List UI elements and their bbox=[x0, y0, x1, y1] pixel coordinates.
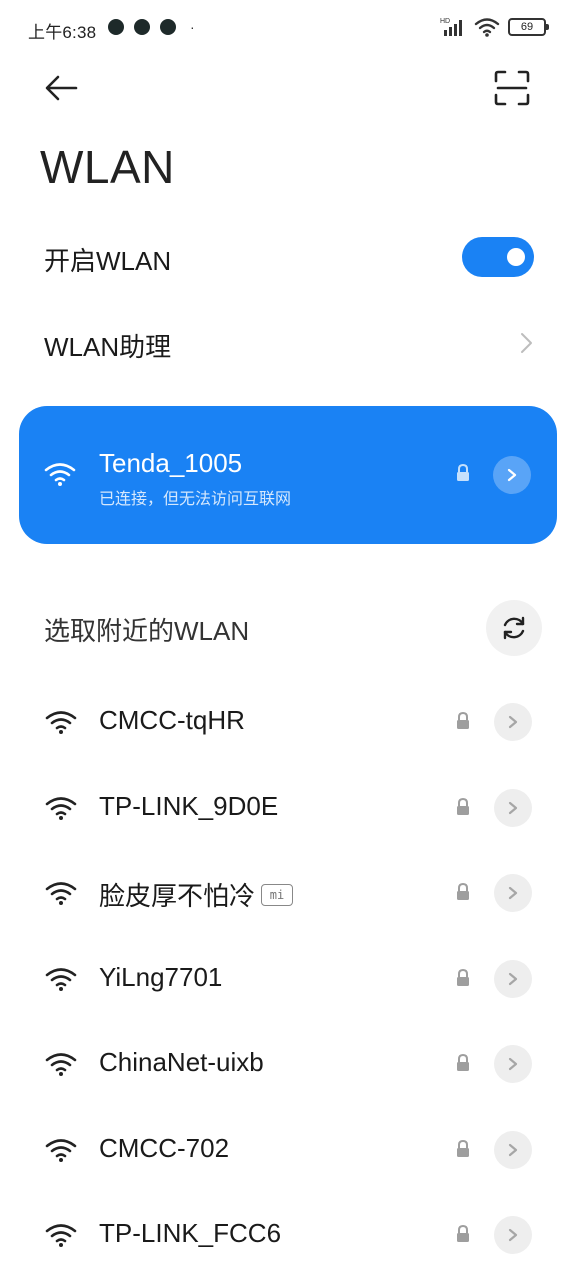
network-details-button[interactable] bbox=[494, 1130, 532, 1169]
lock-icon bbox=[457, 968, 469, 986]
network-row[interactable]: ChinaNet-uixb bbox=[0, 1020, 576, 1106]
ssid-text: ChinaNet-uixb bbox=[99, 1047, 264, 1077]
chevron-right-icon bbox=[507, 468, 517, 482]
lock-icon bbox=[457, 1224, 469, 1242]
mi-badge: mi bbox=[261, 883, 294, 906]
ssid-text: YiLng7701 bbox=[99, 961, 223, 992]
enable-wlan-label: 开启WLAN bbox=[44, 246, 172, 276]
network-ssid: ChinaNet-uixb bbox=[99, 1047, 264, 1078]
refresh-icon bbox=[503, 616, 525, 640]
network-row[interactable]: TP-LINK_9D0E bbox=[0, 764, 576, 850]
signal-icon: HD bbox=[440, 18, 462, 36]
network-ssid: TP-LINK_FCC6 bbox=[99, 1218, 281, 1249]
ssid-text: TP-LINK_FCC6 bbox=[99, 1218, 282, 1248]
chevron-right-icon bbox=[508, 1057, 518, 1071]
battery-icon: 69 bbox=[508, 18, 549, 36]
refresh-button[interactable] bbox=[486, 600, 542, 656]
battery-level: 69 bbox=[520, 21, 534, 33]
network-details-button[interactable] bbox=[494, 959, 532, 998]
network-row[interactable]: CMCC-702 bbox=[0, 1106, 576, 1192]
lock-icon bbox=[457, 797, 469, 815]
network-ssid: 脸皮厚不怕冷 mi bbox=[99, 876, 294, 913]
network-ssid: YiLng7701 bbox=[99, 962, 222, 993]
network-details-button[interactable] bbox=[494, 703, 532, 741]
wifi-icon bbox=[44, 463, 76, 486]
network-details-button[interactable] bbox=[494, 1216, 532, 1254]
network-ssid: CMCC-702 bbox=[99, 1133, 229, 1164]
hd-label: HD bbox=[440, 18, 450, 25]
wifi-icon bbox=[474, 18, 500, 37]
network-details-button[interactable] bbox=[493, 456, 531, 494]
chevron-right-icon bbox=[508, 1228, 518, 1242]
enable-wlan-toggle[interactable] bbox=[462, 237, 534, 277]
back-button[interactable] bbox=[40, 70, 84, 106]
nearby-networks-label: 选取附近的WLAN bbox=[44, 616, 250, 646]
wifi-icon bbox=[45, 882, 77, 905]
status-time: 上午6:38 bbox=[28, 23, 97, 42]
network-row[interactable]: CMCC-tqHR bbox=[0, 678, 576, 764]
ssid-text: TP-LINK_9D0E bbox=[99, 790, 279, 821]
network-details-button[interactable] bbox=[494, 1045, 532, 1083]
notification-icon bbox=[134, 19, 150, 35]
ssid-text: CMCC-702 bbox=[99, 1132, 230, 1163]
wifi-icon bbox=[45, 796, 77, 820]
chevron-right-icon bbox=[508, 715, 518, 729]
wlan-assistant-label[interactable]: WLAN助理 bbox=[44, 327, 171, 364]
lock-icon bbox=[457, 1053, 469, 1071]
network-ssid: CMCC-tqHR bbox=[99, 705, 245, 736]
network-list: CMCC-tqHR TP-LINK_9D0E 脸皮厚不怕冷 mi YiLng77… bbox=[0, 678, 576, 1277]
chevron-right-icon[interactable] bbox=[516, 330, 536, 356]
network-details-button[interactable] bbox=[494, 874, 532, 912]
scan-button[interactable] bbox=[492, 68, 532, 108]
connected-network-card[interactable]: Tenda_1005 已连接，但无法访问互联网 bbox=[19, 406, 557, 544]
network-ssid: TP-LINK_9D0E bbox=[99, 791, 278, 822]
network-details-button[interactable] bbox=[494, 788, 532, 827]
wifi-icon bbox=[45, 967, 77, 991]
ssid-text: 脸皮厚不怕冷 bbox=[99, 881, 256, 911]
notification-icon bbox=[160, 19, 176, 35]
toggle-knob bbox=[507, 248, 525, 266]
notification-icons: · bbox=[108, 19, 195, 35]
status-indicators: HD 69 bbox=[440, 16, 549, 38]
network-row[interactable]: TP-LINK_FCC6 bbox=[0, 1191, 576, 1277]
wifi-icon bbox=[45, 1053, 77, 1076]
chevron-right-icon bbox=[508, 972, 518, 985]
wifi-icon bbox=[45, 1138, 77, 1162]
status-bar: 上午6:38 · HD 69 bbox=[0, 0, 576, 56]
more-notifications-indicator: · bbox=[190, 19, 195, 35]
lock-icon bbox=[457, 711, 469, 729]
arrow-left-icon bbox=[45, 75, 78, 101]
lock-icon bbox=[457, 882, 469, 900]
notification-icon bbox=[108, 19, 124, 35]
connected-ssid: Tenda_1005 bbox=[99, 448, 243, 478]
chevron-right-icon bbox=[508, 801, 518, 814]
lock-icon bbox=[457, 1139, 469, 1157]
chevron-right-icon bbox=[508, 886, 518, 900]
wifi-icon bbox=[45, 1224, 77, 1247]
scan-icon bbox=[494, 70, 530, 106]
connection-status: 已连接，但无法访问互联网 bbox=[99, 491, 292, 508]
network-row[interactable]: 脸皮厚不怕冷 mi bbox=[0, 849, 576, 935]
page-title: WLAN bbox=[40, 141, 175, 193]
wifi-icon bbox=[45, 711, 77, 734]
chevron-right-icon bbox=[508, 1143, 518, 1156]
lock-icon bbox=[457, 463, 469, 481]
network-row[interactable]: YiLng7701 bbox=[0, 935, 576, 1021]
ssid-text: CMCC-tqHR bbox=[99, 705, 245, 735]
